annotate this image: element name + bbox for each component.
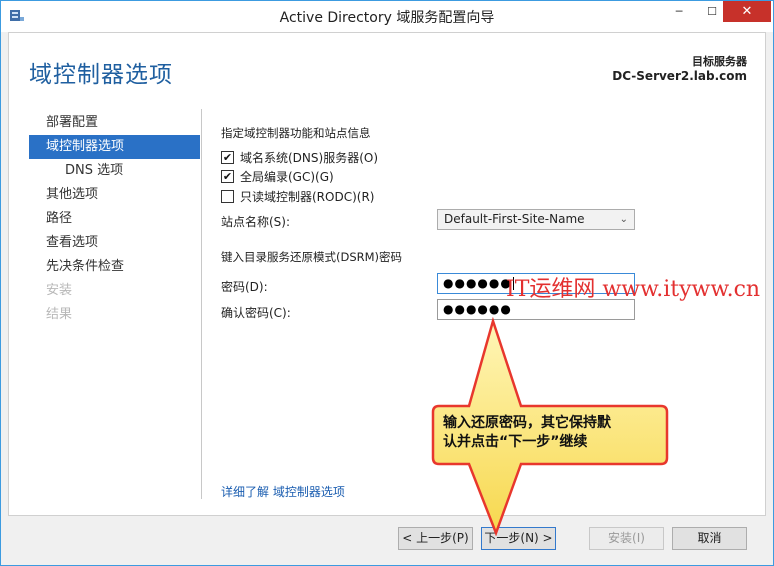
minimize-icon: ─ (675, 5, 683, 18)
nav-item-paths[interactable]: 路径 (29, 207, 200, 231)
global-catalog-checkbox[interactable]: ✔ (221, 169, 234, 183)
nav-item-deployment[interactable]: 部署配置 (29, 111, 200, 135)
dns-server-checkbox-row[interactable]: ✔ 域名系统(DNS)服务器(O) (221, 149, 378, 165)
site-watermark: IT运维网 www.ityww.cn (506, 277, 761, 302)
nav-item-results: 结果 (46, 307, 73, 322)
callout-text: 输入还原密码，其它保持默 认并点击“下一步”继续 (443, 414, 611, 452)
annotation-callout: 输入还原密码，其它保持默 认并点击“下一步”继续 (421, 306, 681, 537)
minimize-button[interactable]: ─ (663, 1, 695, 22)
nav-item-prerequisites[interactable]: 先决条件检查 (29, 255, 200, 279)
section-capabilities-label: 指定域控制器功能和站点信息 (221, 126, 371, 140)
wizard-window: Active Directory 域服务配置向导 ─ ☐ ✕ 域控制器选项 目标… (0, 0, 774, 566)
callout-line-1: 输入还原密码，其它保持默 (443, 415, 611, 431)
site-name-label: 站点名称(S): (221, 215, 291, 229)
callout-line-2: 认并点击“下一步”继续 (443, 434, 588, 450)
password-label: 密码(D): (221, 280, 268, 294)
wizard-nav: 部署配置 域控制器选项 DNS 选项 其他选项 路径 查看选项 先决条件检查 安… (29, 111, 200, 327)
nav-divider (201, 109, 202, 499)
dns-server-checkbox[interactable]: ✔ (221, 150, 234, 164)
nav-item-additional-options[interactable]: 其他选项 (29, 183, 200, 207)
chevron-down-icon: ⌄ (619, 214, 628, 225)
rodc-checkbox[interactable] (221, 189, 234, 203)
nav-item-dc-options[interactable]: 域控制器选项 (29, 135, 200, 159)
site-name-select[interactable]: Default-First-Site-Name ⌄ (437, 209, 635, 230)
site-name-value: Default-First-Site-Name (444, 212, 585, 226)
nav-item-installation: 安装 (46, 283, 73, 298)
confirm-password-label: 确认密码(C): (221, 306, 291, 320)
dns-server-checkbox-label: 域名系统(DNS)服务器(O) (240, 150, 379, 165)
close-icon: ✕ (741, 4, 753, 19)
window-title: Active Directory 域服务配置向导 (279, 10, 495, 26)
page-title: 域控制器选项 (29, 62, 173, 88)
section-dsrm-label: 键入目录服务还原模式(DSRM)密码 (221, 250, 403, 264)
rodc-checkbox-row[interactable]: 只读域控制器(RODC)(R) (221, 188, 374, 204)
global-catalog-checkbox-row[interactable]: ✔ 全局编录(GC)(G) (221, 168, 334, 184)
close-button[interactable]: ✕ (723, 1, 771, 22)
global-catalog-checkbox-label: 全局编录(GC)(G) (240, 169, 334, 184)
password-value: ●●●●●● (443, 276, 512, 290)
nav-item-review[interactable]: 查看选项 (29, 231, 200, 255)
rodc-checkbox-label: 只读域控制器(RODC)(R) (240, 189, 375, 204)
title-bar: Active Directory 域服务配置向导 ─ ☐ ✕ (1, 1, 773, 32)
nav-item-dns-options[interactable]: DNS 选项 (29, 159, 200, 183)
maximize-icon: ☐ (707, 5, 717, 18)
cancel-button[interactable]: 取消 (672, 527, 747, 550)
learn-more-link[interactable]: 详细了解 域控制器选项 (221, 483, 345, 500)
